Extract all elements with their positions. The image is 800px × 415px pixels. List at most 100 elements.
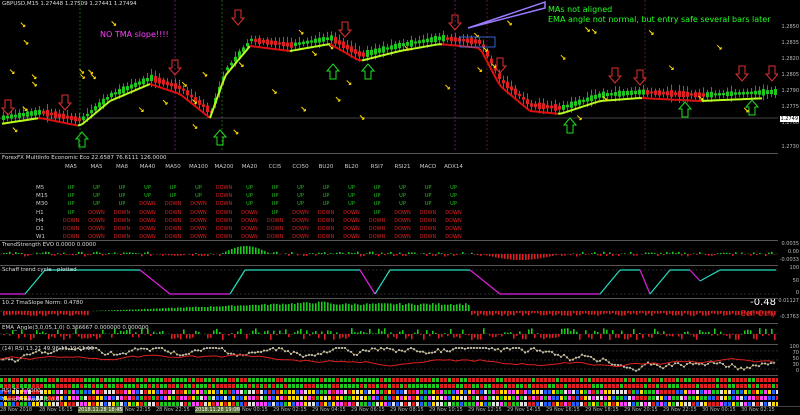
multiinfo-cell: UP [399,185,406,191]
heat-cell [728,390,731,394]
histogram-bar [222,306,224,311]
trend-strength-histogram [0,246,778,260]
tma-line-segment [137,86,143,91]
histogram-bar [120,309,122,311]
histogram-bar [492,334,494,338]
bull-candle [370,49,373,56]
multiinfo-cell: UP [450,185,457,191]
heat-cell [124,384,127,388]
signal-arrow-icon [31,81,37,87]
heat-cell [520,396,523,400]
histogram-bar [348,252,350,254]
histogram-bar [429,334,431,337]
rsi-dot [679,363,683,367]
heat-cell [612,396,615,400]
heat-cell [268,378,271,382]
histogram-bar [579,334,581,340]
histogram-bar [111,334,113,338]
heat-cell [560,390,563,394]
heat-cell [264,396,267,400]
heat-cell [156,384,159,388]
histogram-bar [738,311,740,315]
heat-cell [460,396,463,400]
heat-cell [452,390,455,394]
histogram-bar [237,246,239,254]
histogram-bar [390,251,392,254]
heat-cell [88,384,91,388]
heat-cell [300,396,303,400]
histogram-bar [567,328,569,334]
multiinfo-cell: UP [450,193,457,200]
histogram-bar [195,330,197,334]
heat-cell [648,378,651,382]
histogram-bar [636,254,638,256]
heat-cell [568,378,571,382]
heat-cell [632,384,635,388]
histogram-bar [564,311,566,316]
multiinfo-cell: UP [322,185,330,191]
bull-candle [2,115,5,120]
heat-cell [220,396,223,400]
rsi-dot [214,346,218,350]
bull-candle [38,109,41,115]
rsi-dot [421,350,425,353]
rsi-tc-pane: RSI TC 5:0000 Trend Freeway (5,0,0) [0,375,778,408]
signal-arrow-icon [202,71,208,77]
heat-cell [288,396,291,400]
histogram-bar [141,254,143,257]
histogram-bar [603,311,605,315]
tma-line-segment [21,119,27,122]
heat-cell [488,396,491,400]
histogram-bar [99,334,101,338]
signal-arrow-icon [743,107,749,113]
heat-cell [412,384,415,388]
histogram-bar [513,334,515,339]
heat-cell [764,396,767,400]
rsi-pane: (14) RSI 13.21 49.96 11.19 11.10 [0,344,778,375]
heat-cell [376,378,379,382]
tma-line-segment [269,47,275,50]
histogram-bar [21,252,23,254]
histogram-bar [510,332,512,334]
histogram-bar [636,311,638,315]
heat-cell [344,384,347,388]
multiinfo-cell: DOWN [164,201,182,208]
histogram-bar [396,254,398,256]
tma-line-segment [89,113,95,119]
ma-note-line2: EMA angle not normal, but entry safe sev… [548,15,771,24]
heat-cell [524,396,527,400]
bear-candle [470,37,473,45]
tma-line-segment [125,91,131,96]
heat-cell [200,384,203,388]
histogram-bar [741,334,743,335]
histogram-bar [624,334,626,340]
heat-cell [696,396,699,400]
heat-cell [132,390,135,394]
tma-line-segment [521,103,527,109]
histogram-bar [186,334,188,339]
price-chart-pane[interactable]: GBPUSD,M15 1.27448 1.27509 1.27441 1.274… [0,0,778,152]
multiinfo-cell: UP [373,193,381,200]
bear-candle [646,90,649,95]
histogram-bar [204,254,206,256]
bear-candle [498,73,501,80]
histogram-bar [366,333,368,334]
rsi-dot [724,365,728,368]
histogram-bar [414,304,416,311]
histogram-bar [645,252,647,254]
heat-cell [776,378,778,382]
heat-cell [732,384,735,388]
heat-cell [324,396,327,400]
rsi-dot [496,347,500,350]
histogram-bar [729,311,731,315]
heat-cell [484,390,487,394]
tma-line-segment [369,56,375,60]
histogram-bar [522,334,524,340]
heat-cell [288,378,291,382]
heat-cell [416,390,419,394]
heat-cell [104,378,107,382]
signal-arrow-icon [138,107,144,113]
trend-strength-title: TrendStrength EVO 0.0000 0.0000 [2,242,97,248]
tma-line-segment [385,52,391,56]
heat-cell [436,378,439,382]
